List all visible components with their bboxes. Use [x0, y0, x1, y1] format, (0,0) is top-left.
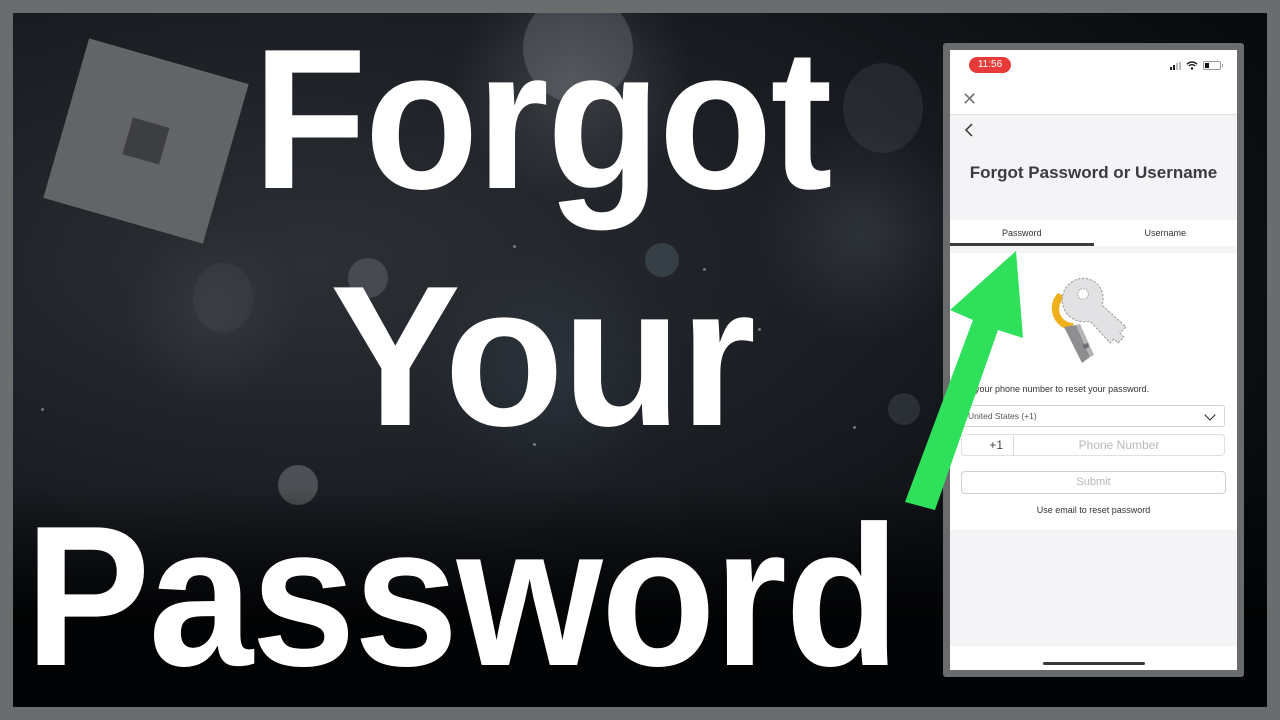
phone-screen: 11:56 ✕ Forgot Password or Username Pass… [950, 50, 1237, 670]
bokeh-light [193, 263, 253, 333]
phone-number-input[interactable] [1014, 435, 1224, 455]
bokeh-light [888, 393, 920, 425]
sparkle [41, 408, 44, 411]
signal-icon [1170, 61, 1181, 70]
roblox-logo-center [122, 117, 170, 165]
submit-button[interactable]: Submit [961, 471, 1226, 494]
sparkle [758, 328, 761, 331]
keys-icon [1051, 277, 1127, 363]
chevron-down-icon [1204, 409, 1216, 421]
country-select[interactable]: United States (+1) [961, 405, 1225, 427]
reset-form-card: ter your phone number to reset your pass… [950, 253, 1237, 530]
tab-password[interactable]: Password [950, 220, 1094, 246]
headline-line-3: Password [25, 485, 900, 708]
wifi-icon [1186, 61, 1198, 70]
instruction-text: ter your phone number to reset your pass… [962, 384, 1150, 394]
roblox-logo-icon [43, 38, 249, 244]
tab-bar: Password Username [950, 220, 1237, 246]
phone-mockup: 11:56 ✕ Forgot Password or Username Pass… [943, 43, 1244, 677]
home-indicator [1042, 662, 1145, 665]
sparkle [853, 426, 856, 429]
bokeh-light [843, 63, 923, 153]
use-email-link[interactable]: Use email to reset password [950, 505, 1237, 515]
status-icons [1170, 61, 1223, 70]
status-bar: 11:56 [950, 50, 1237, 84]
modal-header: ✕ [950, 84, 1237, 115]
back-chevron-icon[interactable] [964, 122, 974, 138]
tab-username[interactable]: Username [1094, 220, 1238, 246]
headline-line-1: Forgot [253, 8, 832, 231]
dial-code: +1 [962, 435, 1014, 455]
phone-number-row: +1 [961, 434, 1225, 456]
close-icon[interactable]: ✕ [962, 90, 977, 108]
status-time: 11:56 [969, 57, 1011, 73]
page-title: Forgot Password or Username [969, 163, 1218, 182]
country-select-value: United States (+1) [968, 411, 1037, 421]
headline-line-2: Your [330, 245, 756, 468]
home-indicator-area [950, 646, 1237, 670]
battery-icon [1203, 61, 1223, 70]
